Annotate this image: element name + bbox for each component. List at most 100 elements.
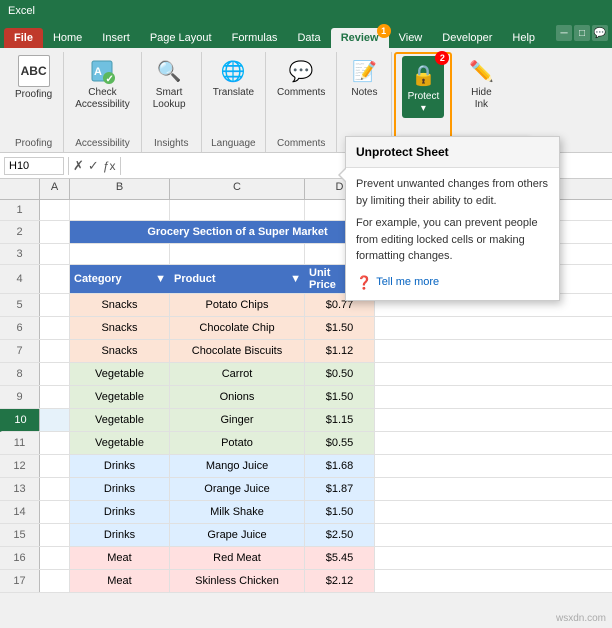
cell-product[interactable]: Onions [170,386,305,408]
cell[interactable] [70,244,170,264]
cell-product[interactable]: Grape Juice [170,524,305,546]
translate-label: Translate [213,87,254,98]
table-row: 13 Drinks Orange Juice $1.87 [0,478,612,501]
cell-category[interactable]: Snacks [70,340,170,362]
col-header-a: A [40,179,70,199]
confirm-formula-icon[interactable]: ✓ [88,158,99,174]
tab-data[interactable]: Data [287,28,330,48]
tab-formulas[interactable]: Formulas [222,28,288,48]
tooltip-link[interactable]: ❓ Tell me more [356,273,549,293]
cell-product[interactable]: Potato [170,432,305,454]
cell-price[interactable]: $2.12 [305,570,375,592]
protect-label: Protect▾ [408,91,440,115]
col-header-b: B [70,179,170,199]
cell-price[interactable]: $1.50 [305,317,375,339]
cell-price[interactable]: $5.45 [305,547,375,569]
cell-category[interactable]: Drinks [70,501,170,523]
cell-price[interactable]: $0.50 [305,363,375,385]
language-group-label: Language [208,138,259,152]
cell-category[interactable]: Meat [70,570,170,592]
cell-product[interactable]: Red Meat [170,547,305,569]
cell-category[interactable]: Drinks [70,455,170,477]
cell-price[interactable]: $1.50 [305,501,375,523]
tab-page-layout[interactable]: Page Layout [140,28,222,48]
cell-price[interactable]: $1.15 [305,409,375,431]
cell[interactable] [40,455,70,477]
minimize-icon[interactable]: ─ [556,25,572,41]
cell-product[interactable]: Chocolate Biscuits [170,340,305,362]
hide-ink-button[interactable]: ✏️ HideInk [460,52,502,114]
cell-category[interactable]: Drinks [70,478,170,500]
cell-category[interactable]: Vegetable [70,432,170,454]
cell-product[interactable]: Chocolate Chip [170,317,305,339]
cell-product[interactable]: Carrot [170,363,305,385]
cell[interactable] [40,244,70,264]
cell[interactable] [40,386,70,408]
cell[interactable] [40,200,70,220]
cell-price[interactable]: $1.87 [305,478,375,500]
cell-price[interactable]: $0.55 [305,432,375,454]
cell-product[interactable]: Potato Chips [170,294,305,316]
cell-price[interactable]: $1.50 [305,386,375,408]
comments-button[interactable]: 💬 Comments [272,52,330,101]
comment-icon[interactable]: 💬 [592,25,608,41]
cell[interactable] [170,244,305,264]
cell-price[interactable]: $2.50 [305,524,375,546]
tooltip-text1: Prevent unwanted changes from others by … [356,176,549,209]
proofing-label: Proofing [15,89,52,100]
cell-product[interactable]: Orange Juice [170,478,305,500]
translate-button[interactable]: 🌐 Translate [208,52,259,101]
tab-home[interactable]: Home [43,28,92,48]
cell[interactable] [40,478,70,500]
cancel-formula-icon[interactable]: ✗ [73,158,84,174]
tab-file[interactable]: File [4,28,43,48]
cell-product[interactable]: Ginger [170,409,305,431]
cell-price[interactable]: $1.68 [305,455,375,477]
maximize-icon[interactable]: □ [574,25,590,41]
cell[interactable] [40,524,70,546]
cell-category[interactable]: Meat [70,547,170,569]
cell[interactable] [40,432,70,454]
cell-price[interactable]: $1.12 [305,340,375,362]
notes-button[interactable]: 📝 Notes [343,52,385,101]
cell[interactable] [40,340,70,362]
cell-product[interactable]: Mango Juice [170,455,305,477]
cell-category[interactable]: Drinks [70,524,170,546]
cell[interactable] [40,409,70,431]
cell-category[interactable]: Vegetable [70,409,170,431]
cell[interactable] [40,363,70,385]
cell[interactable] [40,221,70,243]
header-category[interactable]: Category ▼ [70,265,170,293]
cell-product[interactable]: Milk Shake [170,501,305,523]
cell-category[interactable]: Snacks [70,294,170,316]
cell[interactable] [40,294,70,316]
cell[interactable] [40,317,70,339]
cell[interactable] [40,265,70,293]
cell-reference-input[interactable] [4,157,64,175]
row-number: 3 [0,244,40,264]
cell-product[interactable]: Skinless Chicken [170,570,305,592]
tab-help[interactable]: Help [502,28,545,48]
table-row: 16 Meat Red Meat $5.45 [0,547,612,570]
proofing-button[interactable]: ABC Proofing [10,52,57,103]
smart-lookup-button[interactable]: 🔍 SmartLookup [148,52,191,114]
cell-category[interactable]: Vegetable [70,363,170,385]
tab-insert[interactable]: Insert [92,28,140,48]
check-accessibility-button[interactable]: A✓ CheckAccessibility [70,52,134,114]
smart-lookup-label: SmartLookup [153,87,186,111]
insert-function-icon[interactable]: ƒx [103,159,116,173]
cell[interactable] [40,570,70,592]
tab-review[interactable]: Review 1 [331,28,389,48]
protect-button[interactable]: 🔒 Protect▾ 2 [402,56,444,118]
cell-category[interactable]: Vegetable [70,386,170,408]
row-number: 11 [0,432,40,454]
cell[interactable] [40,547,70,569]
header-product[interactable]: Product ▼ [170,265,305,293]
tooltip-body: Prevent unwanted changes from others by … [346,168,559,300]
cell[interactable] [40,501,70,523]
cell[interactable] [70,200,170,220]
tab-developer[interactable]: Developer [432,28,502,48]
cell[interactable] [170,200,305,220]
cell-category[interactable]: Snacks [70,317,170,339]
tab-view[interactable]: View [389,28,433,48]
